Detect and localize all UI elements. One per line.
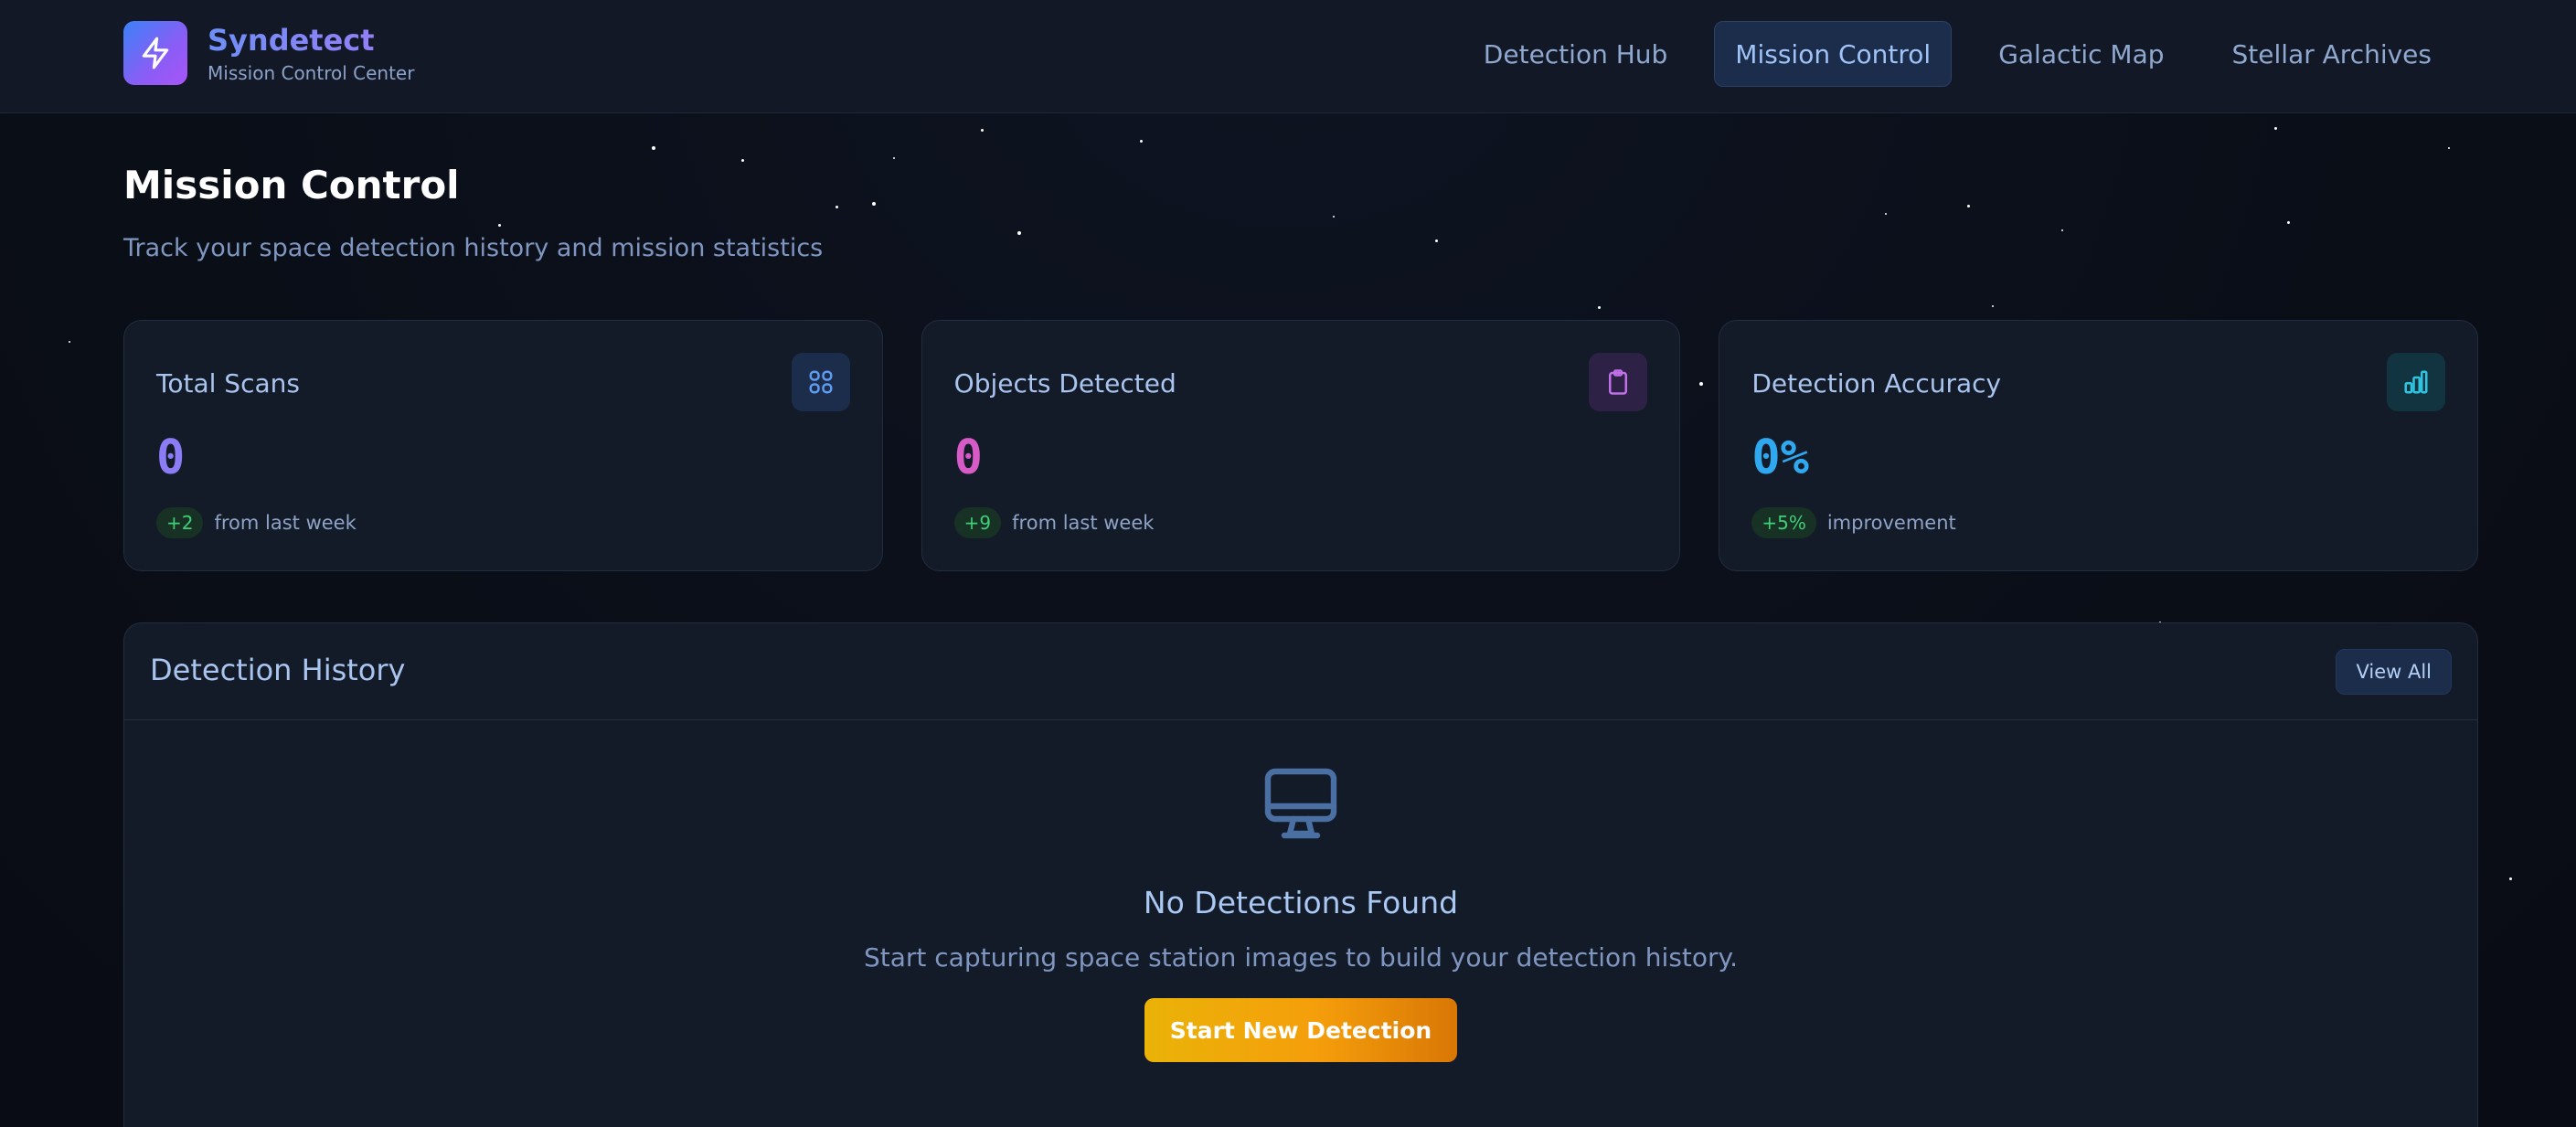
star-decoration [1333, 216, 1335, 218]
view-all-button[interactable]: View All [2336, 649, 2452, 695]
star-decoration [652, 146, 655, 150]
stat-note: from last week [1012, 512, 1155, 534]
stat-footer: +9 from last week [953, 507, 1155, 538]
stats-row: Total Scans 0 +2 from last week Objects … [123, 320, 2479, 571]
stat-footer: +2 from last week [156, 507, 357, 538]
stat-value: 0 [953, 431, 983, 485]
bar-chart-icon [2387, 353, 2446, 411]
detection-history-panel: Detection History View All No Detections… [123, 622, 2478, 1127]
nav-links: Detection Hub Mission Control Galactic M… [1463, 21, 2453, 87]
star-decoration [1992, 305, 1994, 307]
nav-link-galactic-map[interactable]: Galactic Map [1977, 21, 2185, 87]
brand[interactable]: Syndetect Mission Control Center [123, 21, 414, 85]
stat-footer: +5% improvement [1751, 507, 1956, 538]
stat-value: 0% [1751, 431, 1809, 485]
empty-state-text: Start capturing space station images to … [863, 942, 1739, 973]
stat-label: Detection Accuracy [1751, 368, 2002, 399]
change-badge: +9 [953, 507, 1002, 538]
star-decoration [741, 159, 744, 162]
page-subtitle: Track your space detection history and m… [123, 234, 824, 262]
star-decoration [498, 224, 501, 227]
change-badge: +2 [156, 507, 204, 538]
nav-link-stellar-archives[interactable]: Stellar Archives [2211, 21, 2453, 87]
lightning-bolt-icon [123, 21, 187, 85]
stat-label: Objects Detected [953, 368, 1176, 399]
star-decoration [1017, 231, 1021, 235]
detection-history-header: Detection History View All [124, 623, 2477, 720]
star-decoration [2274, 127, 2277, 130]
star-decoration [1140, 140, 1143, 143]
brand-text: Syndetect Mission Control Center [208, 22, 414, 84]
stat-note: from last week [214, 512, 357, 534]
detection-history-title: Detection History [150, 653, 406, 687]
page-title: Mission Control [123, 163, 460, 207]
clipboard-icon [1589, 353, 1648, 411]
star-decoration [893, 157, 895, 159]
empty-state: No Detections Found Start capturing spac… [124, 720, 2477, 1062]
star-decoration [872, 202, 876, 206]
stat-label: Total Scans [156, 368, 300, 399]
star-decoration [981, 129, 984, 132]
brand-subtitle: Mission Control Center [208, 62, 415, 84]
star-decoration [1967, 205, 1970, 207]
stat-note: improvement [1826, 512, 1956, 534]
nav-link-mission-control[interactable]: Mission Control [1714, 21, 1953, 87]
stat-card-detection-accuracy: Detection Accuracy 0% +5% improvement [1719, 320, 2479, 571]
stat-value: 0 [156, 431, 186, 485]
star-decoration [2509, 877, 2512, 880]
star-decoration [1435, 239, 1438, 242]
star-decoration [2287, 221, 2290, 224]
change-badge: +5% [1751, 507, 1816, 538]
top-navbar: Syndetect Mission Control Center Detecti… [0, 0, 2576, 113]
star-decoration [2448, 147, 2450, 149]
stat-card-total-scans: Total Scans 0 +2 from last week [123, 320, 883, 571]
stat-card-objects-detected: Objects Detected 0 +9 from last week [921, 320, 1681, 571]
star-decoration [2061, 229, 2063, 231]
star-decoration [836, 206, 838, 208]
monitor-icon [1257, 760, 1345, 848]
page: Syndetect Mission Control Center Detecti… [0, 0, 2576, 1127]
star-decoration [1885, 213, 1887, 215]
grid-icon [791, 353, 850, 411]
brand-name: Syndetect [208, 22, 414, 58]
start-new-detection-button[interactable]: Start New Detection [1144, 998, 1458, 1062]
empty-state-title: No Detections Found [1143, 885, 1459, 920]
nav-link-detection-hub[interactable]: Detection Hub [1463, 21, 1689, 87]
star-decoration [69, 341, 70, 343]
star-decoration [1598, 306, 1601, 309]
